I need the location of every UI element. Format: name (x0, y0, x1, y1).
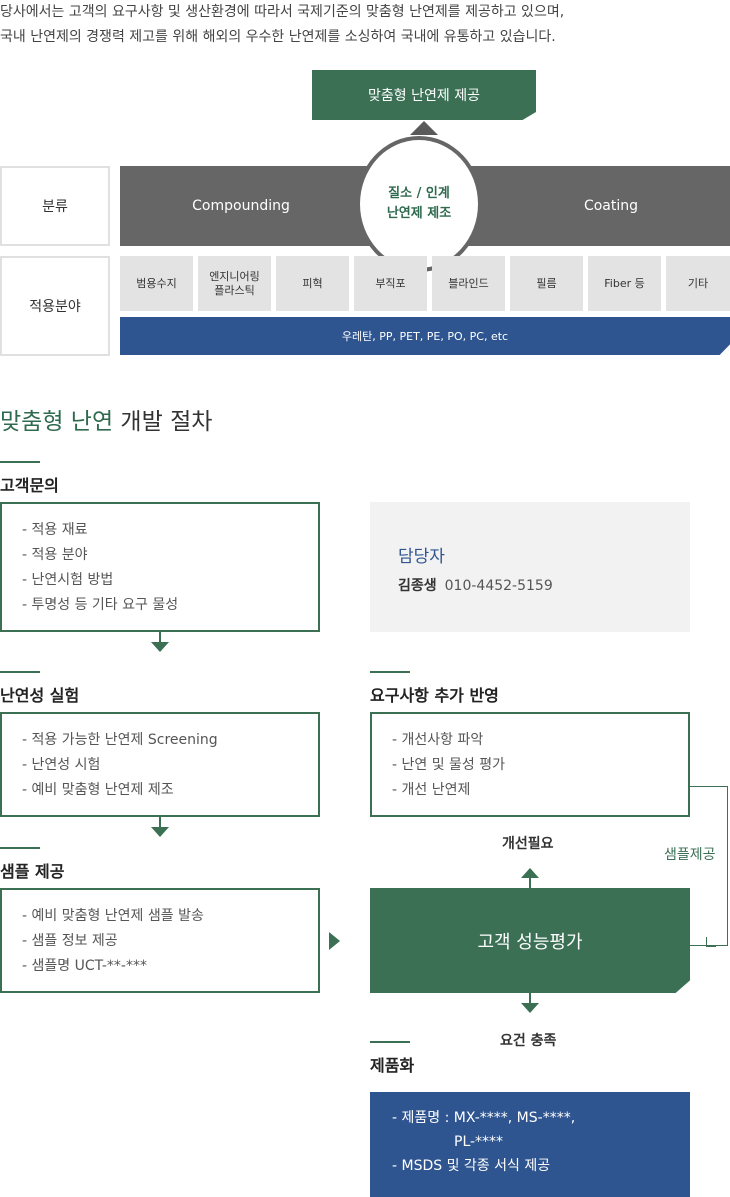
contact-row: 김종생 010-4452-5159 (398, 575, 690, 595)
list-item: - 개선 난연제 (392, 782, 471, 798)
intro-line-1: 당사에서는 고객의 요구사항 및 생산환경에 따라서 국제기준의 맞춤형 난연제… (0, 4, 565, 20)
application-cell: 부직포 (354, 256, 427, 311)
productization-title: 제품화 (370, 1056, 415, 1075)
arrow-stem (529, 878, 531, 888)
arrow-down-icon (151, 827, 169, 837)
step-divider (0, 461, 40, 463)
requirements-title: 요구사항 추가 반영 (370, 686, 499, 705)
application-text: Fiber 등 (604, 276, 645, 290)
circle-line-2: 난연제 제조 (386, 206, 452, 221)
flame-test-title: 난연성 실험 (0, 686, 80, 705)
list-item: - 샘플 정보 제공 (22, 933, 118, 949)
arrow-right-icon (329, 932, 340, 950)
arrow-stem (159, 632, 161, 642)
application-text: 범용수지 (136, 276, 177, 290)
requirements-met-label: 요건 충족 (500, 1033, 557, 1049)
manufacturing-circle: 질소 / 인계 난연제 제조 (356, 136, 482, 272)
contact-phone: 010-4452-5159 (444, 578, 553, 594)
circle-line-1: 질소 / 인계 (388, 186, 450, 201)
chevron-left-icon (706, 937, 716, 947)
sample-supply-label: 샘플제공 (662, 844, 718, 864)
application-cell: 엔지니어링 플라스틱 (198, 256, 271, 311)
arrow-stem (159, 817, 161, 827)
application-text: 필름 (536, 276, 557, 290)
step-divider (370, 671, 410, 673)
application-cell: 블라인드 (432, 256, 505, 311)
process-title-rest: 개발 절차 (113, 409, 213, 435)
category-label: 분류 (0, 166, 110, 246)
application-text: 기타 (687, 276, 709, 290)
step-divider (0, 847, 40, 849)
list-item: - 적용 재료 (22, 522, 88, 538)
step-divider (370, 1041, 410, 1043)
arrow-down-icon (521, 1003, 539, 1013)
inquiry-title: 고객문의 (0, 476, 59, 495)
custom-flame-retardant-tab: 맞춤형 난연제 제공 (312, 70, 536, 120)
arrow-stem (529, 993, 531, 1003)
application-cell: 피혁 (276, 256, 349, 311)
intro-text: 당사에서는 고객의 요구사항 및 생산환경에 따라서 국제기준의 맞춤형 난연제… (0, 0, 730, 50)
application-cell: Fiber 등 (588, 256, 661, 311)
contact-title: 담당자 (398, 547, 445, 567)
intro-line-2: 국내 난연제의 경쟁력 제고를 위해 해외의 우수한 난연제를 소싱하여 국내에… (0, 29, 556, 45)
contact-card: 담당자 김종생 010-4452-5159 (370, 502, 690, 632)
arrow-down-icon (151, 642, 169, 652)
application-cell: 기타 (666, 256, 730, 311)
application-text: 피혁 (302, 276, 323, 290)
coating-label: Coating (583, 198, 639, 214)
sample-box: - 예비 맞춤형 난연제 샘플 발송 - 샘플 정보 제공 - 샘플명 UCT-… (0, 888, 320, 993)
list-item: - 예비 맞춤형 난연제 샘플 발송 (22, 908, 204, 924)
list-item: - 난연성 시험 (22, 757, 101, 773)
process-title-highlight: 맞춤형 난연 (0, 409, 114, 435)
application-text: 부직포 (375, 276, 406, 290)
list-item: - 적용 분야 (22, 547, 88, 563)
inquiry-box: - 적용 재료 - 적용 분야 - 난연시험 방법 - 투명성 등 기타 요구 … (0, 502, 320, 632)
list-item: - MSDS 및 각종 서식 제공 (392, 1158, 551, 1174)
materials-band: 우레탄, PP, PET, PE, PO, PC, etc (120, 317, 730, 355)
application-text: 엔지니어링 (209, 269, 260, 283)
list-item: - 개선사항 파악 (392, 732, 484, 748)
list-item: PL-**** (454, 1134, 504, 1150)
application-field-label: 적용분야 (0, 256, 110, 356)
flame-test-box: - 적용 가능한 난연제 Screening - 난연성 시험 - 예비 맞춤형… (0, 712, 320, 817)
feedback-connector (690, 786, 728, 946)
productization-box: - 제품명 : MX-****, MS-****, PL-**** - MSDS… (370, 1092, 690, 1197)
triangle-up-icon (410, 121, 438, 135)
application-text: 블라인드 (448, 276, 489, 290)
list-item: - 적용 가능한 난연제 Screening (22, 732, 218, 748)
list-item: - 난연 및 물성 평가 (392, 757, 506, 773)
contact-name: 김종생 (398, 578, 437, 594)
arrow-up-icon (521, 868, 539, 878)
application-cell: 필름 (510, 256, 583, 311)
sample-title: 샘플 제공 (0, 862, 65, 881)
list-item: - 난연시험 방법 (22, 572, 114, 588)
list-item: - 제품명 : MX-****, MS-****, (392, 1110, 576, 1126)
list-item: - 예비 맞춤형 난연제 제조 (22, 782, 174, 798)
customer-evaluation-box: 고객 성능평가 (370, 888, 690, 993)
application-cell: 범용수지 (120, 256, 193, 311)
improvement-needed-label: 개선필요 (502, 836, 554, 852)
requirements-box: - 개선사항 파악 - 난연 및 물성 평가 - 개선 난연제 (370, 712, 690, 817)
application-text: 플라스틱 (214, 283, 255, 297)
list-item: - 샘플명 UCT-**-*** (22, 958, 147, 974)
list-item: - 투명성 등 기타 요구 물성 (22, 597, 179, 613)
step-divider (0, 671, 40, 673)
compounding-label: Compounding (192, 198, 290, 214)
process-title: 맞춤형 난연 개발 절차 (0, 402, 212, 436)
